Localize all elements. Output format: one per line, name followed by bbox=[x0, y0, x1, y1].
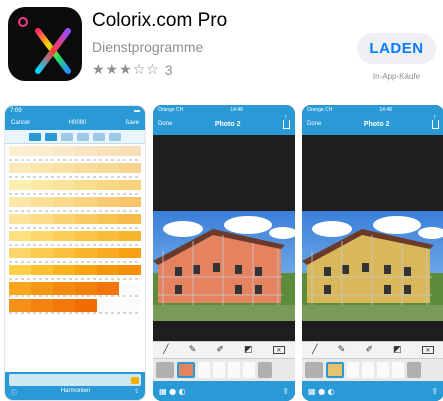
search-icon bbox=[77, 132, 89, 141]
folder-icon bbox=[93, 132, 105, 141]
pencil-icon: ╱ bbox=[312, 345, 318, 355]
app-category: Dienstprogramme bbox=[92, 39, 204, 55]
rating-count: 3 bbox=[164, 62, 173, 78]
swatch-row bbox=[153, 359, 295, 381]
grid-icon: ▦ ● ◐ bbox=[308, 386, 335, 396]
in-app-purchases-note: In-App-Käufe bbox=[372, 72, 421, 81]
app-title: Colorix.com Pro bbox=[92, 10, 228, 31]
clear-icon: ✕ bbox=[272, 346, 285, 354]
carrier-label: Orange CH bbox=[307, 107, 333, 113]
selected-swatch bbox=[326, 362, 344, 378]
color-row bbox=[9, 214, 141, 229]
rating-stars-icon: ★★★☆☆ bbox=[92, 62, 160, 78]
pencil-icon: ╱ bbox=[163, 345, 169, 355]
bottom-bar: ⓘ Harmonien ⇪ bbox=[5, 372, 145, 400]
status-bar: Orange CH 14:48 bbox=[153, 105, 295, 115]
swatch-row bbox=[302, 359, 443, 381]
color-row bbox=[9, 146, 141, 161]
swatch bbox=[407, 362, 421, 378]
battery-icon: ▬ bbox=[134, 108, 140, 114]
color-row bbox=[9, 299, 141, 314]
bottom-toolbar: ▦ ● ◐ ⇪ bbox=[302, 381, 443, 401]
status-bar: Orange CH 14:48 bbox=[302, 105, 443, 115]
cancel-button: Cancel bbox=[11, 120, 30, 126]
color-row bbox=[9, 231, 141, 246]
tool-row: ╱ ✎ ✐ ◩ ✕ bbox=[302, 341, 443, 359]
color-row bbox=[9, 163, 141, 178]
tool-icon bbox=[45, 132, 57, 141]
color-list bbox=[5, 144, 145, 314]
tool-row: ╱ ✎ ✐ ◩ ✕ bbox=[153, 341, 295, 359]
fill-icon: ◩ bbox=[244, 345, 253, 355]
color-row bbox=[9, 197, 141, 212]
selected-swatch bbox=[177, 362, 195, 378]
app-icon bbox=[8, 7, 82, 81]
edit-icon: ✐ bbox=[365, 345, 373, 355]
colorix-logo-icon bbox=[18, 17, 71, 74]
color-row bbox=[9, 282, 141, 297]
grid-icon: ▦ ● ◐ bbox=[159, 386, 186, 396]
clear-icon: ✕ bbox=[421, 346, 434, 354]
brush-icon: ✎ bbox=[188, 345, 197, 355]
status-bar: 7:09 ▬ bbox=[5, 106, 145, 116]
share-icon bbox=[431, 114, 439, 129]
share-icon: ⇪ bbox=[431, 386, 438, 396]
get-button[interactable]: LADEN bbox=[357, 33, 436, 64]
nav-title: Photo 2 bbox=[363, 120, 390, 128]
toolbar bbox=[5, 130, 145, 144]
share-icon bbox=[282, 114, 290, 129]
bottom-toolbar: ▦ ● ◐ ⇪ bbox=[153, 381, 295, 401]
nav-title: Photo 2 bbox=[214, 120, 241, 128]
swatch bbox=[156, 362, 174, 378]
carrier-label: Orange CH bbox=[158, 107, 184, 113]
status-time: 7:09 bbox=[10, 108, 22, 114]
screenshot-color-list[interactable]: 7:09 ▬ Cancel H0080 Save ⓘ Harmonien ⇪ bbox=[4, 105, 146, 401]
swatch bbox=[305, 362, 323, 378]
status-time: 14:48 bbox=[379, 107, 392, 113]
color-row bbox=[9, 265, 141, 280]
done-button: Done bbox=[307, 121, 322, 127]
fill-icon: ◩ bbox=[393, 345, 402, 355]
tool-icon bbox=[61, 132, 73, 141]
color-row bbox=[9, 180, 141, 195]
selected-color-strip bbox=[9, 374, 141, 386]
save-button: Save bbox=[125, 120, 139, 126]
info-icon: ⓘ bbox=[11, 391, 18, 397]
nav-bar: Cancel H0080 Save bbox=[5, 116, 145, 130]
screenshot-photo-orange[interactable]: Orange CH 14:48 Done Photo 2 ╱ ✎ ✐ ◩ ✕ bbox=[153, 105, 295, 401]
nav-title: H0080 bbox=[68, 120, 87, 126]
done-button: Done bbox=[158, 121, 173, 127]
color-row bbox=[9, 248, 141, 263]
harmonies-label: Harmonien bbox=[60, 388, 91, 394]
tool-icon bbox=[29, 132, 41, 141]
share-icon: ⇪ bbox=[282, 386, 289, 396]
nav-bar: Orange CH 14:48 Done Photo 2 bbox=[302, 105, 443, 135]
status-time: 14:48 bbox=[230, 107, 243, 113]
swatch bbox=[258, 362, 272, 378]
rating: ★★★☆☆ 3 bbox=[92, 62, 173, 78]
copy-icon bbox=[109, 132, 121, 141]
house-photo bbox=[302, 211, 443, 321]
screenshot-photo-yellow[interactable]: Orange CH 14:48 Done Photo 2 ╱ ✎ ✐ ◩ ✕ bbox=[302, 105, 443, 401]
nav-bar: Orange CH 14:48 Done Photo 2 bbox=[153, 105, 295, 135]
edit-icon: ✐ bbox=[216, 345, 224, 355]
share-icon: ⇪ bbox=[133, 389, 139, 395]
selected-swatch bbox=[131, 376, 139, 384]
house-photo bbox=[153, 211, 295, 321]
brush-icon: ✎ bbox=[337, 345, 346, 355]
